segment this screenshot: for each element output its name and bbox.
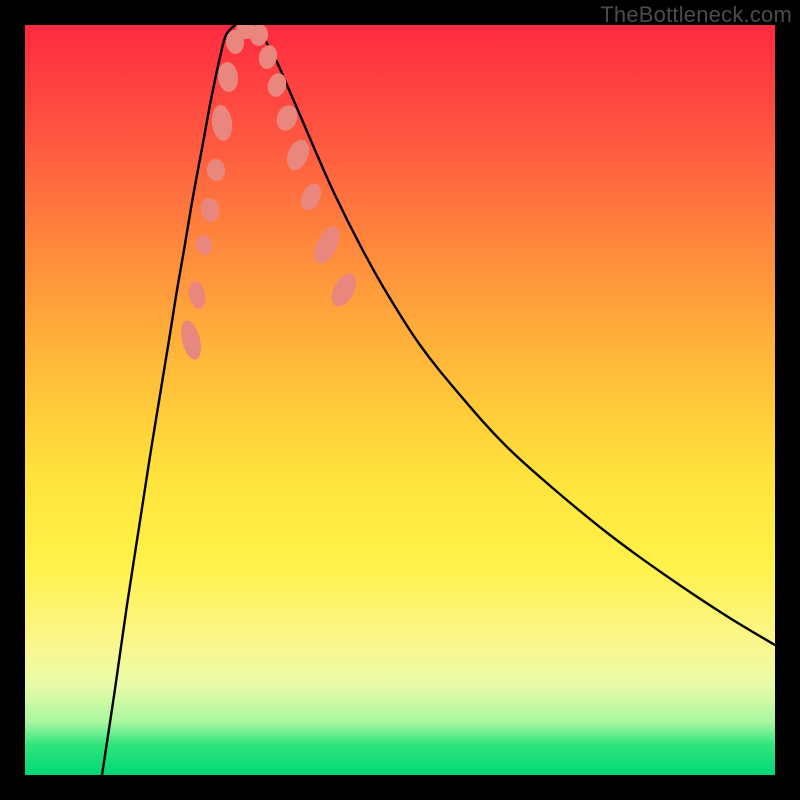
marker-0 <box>177 318 204 361</box>
marker-16 <box>327 269 362 310</box>
marker-10 <box>257 43 280 70</box>
marker-14 <box>297 181 325 214</box>
curve-left-branch <box>102 25 235 775</box>
marker-15 <box>309 223 345 268</box>
marker-5 <box>210 104 234 142</box>
marker-11 <box>265 71 289 99</box>
marker-3 <box>199 197 221 224</box>
marker-6 <box>216 61 239 93</box>
watermark-text: TheBottleneck.com <box>600 2 792 28</box>
curve-right-branch <box>255 25 775 645</box>
marker-13 <box>283 136 314 173</box>
marker-1 <box>186 280 207 311</box>
outer-frame: TheBottleneck.com <box>0 0 800 800</box>
marker-2 <box>194 234 213 256</box>
plot-area <box>25 25 775 775</box>
bottleneck-curve-chart <box>25 25 775 775</box>
marker-4 <box>206 158 227 182</box>
